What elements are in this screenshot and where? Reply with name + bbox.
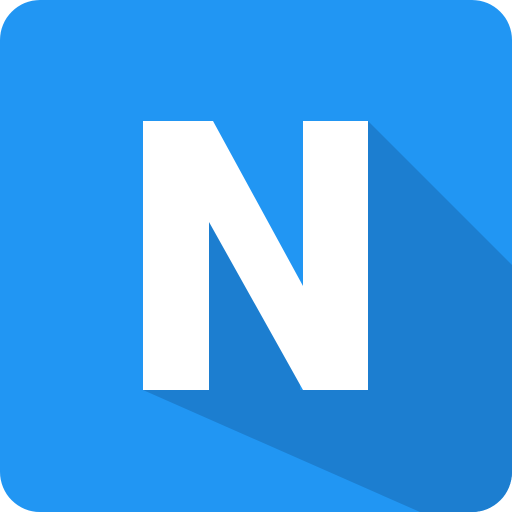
- app-icon-graphic: N: [0, 0, 512, 512]
- app-icon[interactable]: N: [0, 0, 512, 512]
